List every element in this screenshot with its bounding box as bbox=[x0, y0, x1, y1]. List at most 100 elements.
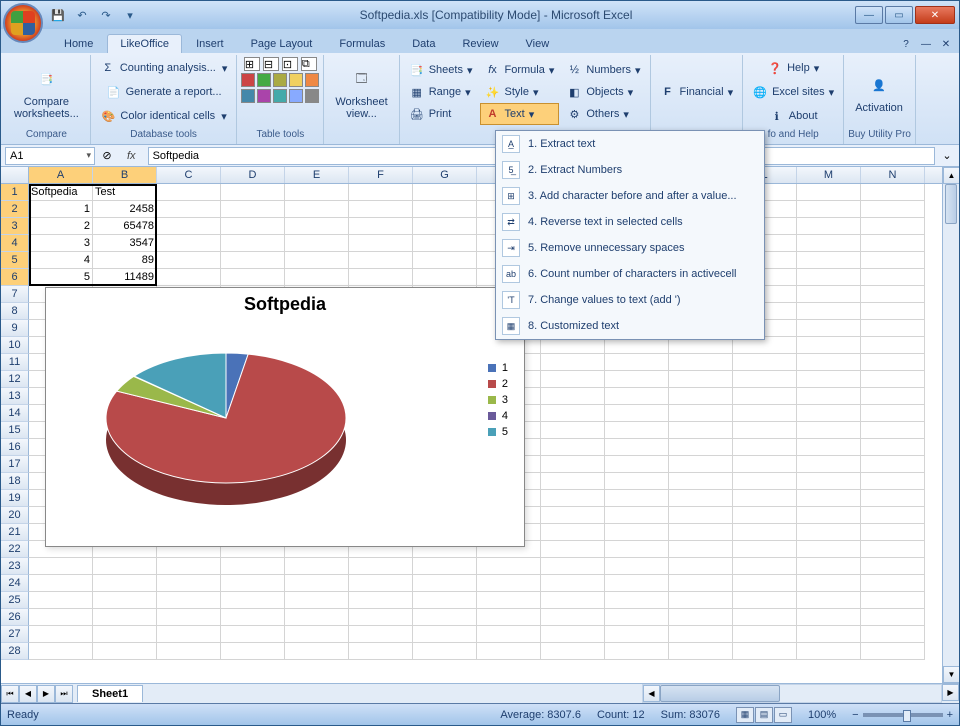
horizontal-scrollbar[interactable]: ◀ ▶ bbox=[143, 684, 959, 703]
palette-icon: 🎨 bbox=[100, 108, 116, 124]
sheet-nav-prev-icon[interactable]: ◀ bbox=[19, 685, 37, 703]
compare-worksheets-button[interactable]: 📑 Compare worksheets... bbox=[7, 61, 86, 123]
activation-icon: 👤 bbox=[863, 70, 895, 102]
menu-extract-numbers[interactable]: 5̲2. Extract Numbers bbox=[496, 157, 764, 183]
tab-review[interactable]: Review bbox=[449, 34, 511, 53]
tab-pagelayout[interactable]: Page Layout bbox=[238, 34, 326, 53]
tab-home[interactable]: Home bbox=[51, 34, 106, 53]
scroll-down-icon[interactable]: ▼ bbox=[943, 666, 959, 683]
sheet-nav-first-icon[interactable]: ⏮ bbox=[1, 685, 19, 703]
table-tool-1-icon[interactable]: ⊞ bbox=[244, 57, 260, 71]
color-identical-button[interactable]: 🎨Color identical cells▾ bbox=[95, 105, 231, 127]
status-ready: Ready bbox=[7, 709, 39, 721]
menu-values-to-text[interactable]: 'T7. Change values to text (add ') bbox=[496, 287, 764, 313]
ribbon-minimize-icon[interactable]: — bbox=[919, 39, 933, 53]
menu-count-chars[interactable]: ab6. Count number of characters in activ… bbox=[496, 261, 764, 287]
tab-view[interactable]: View bbox=[513, 34, 563, 53]
menu-extract-text[interactable]: A̲1. Extract text bbox=[496, 131, 764, 157]
text-button[interactable]: AText ▾ bbox=[480, 103, 560, 125]
qat-more-icon[interactable]: ▾ bbox=[121, 6, 139, 24]
hscroll-thumb[interactable] bbox=[660, 685, 780, 702]
qat-save-icon[interactable]: 💾 bbox=[49, 6, 67, 24]
scroll-left-icon[interactable]: ◀ bbox=[643, 685, 660, 702]
tab-insert[interactable]: Insert bbox=[183, 34, 237, 53]
scroll-right-icon[interactable]: ▶ bbox=[942, 684, 959, 701]
text-icon: A bbox=[485, 106, 501, 122]
worksheet-view-icon: 🗔 bbox=[346, 64, 378, 96]
view-normal-icon[interactable]: ▦ bbox=[736, 707, 754, 723]
numbers-button[interactable]: ½Numbers ▾ bbox=[561, 59, 645, 81]
column-headers[interactable]: A B C D E F G H I J K L M N bbox=[1, 167, 942, 184]
ribbon-help-icon[interactable]: ? bbox=[899, 39, 913, 53]
quote-icon: 'T bbox=[502, 291, 520, 309]
menu-reverse-text[interactable]: ⇄4. Reverse text in selected cells bbox=[496, 209, 764, 235]
tab-likeoffice[interactable]: LikeOffice bbox=[107, 34, 182, 53]
vertical-scrollbar[interactable]: ▲ ▼ bbox=[942, 167, 959, 683]
formula-button[interactable]: fxFormula ▾ bbox=[480, 59, 560, 81]
status-count: Count: 12 bbox=[597, 709, 645, 721]
generate-report-button[interactable]: 📄Generate a report... bbox=[101, 81, 227, 103]
zoom-percentage[interactable]: 100% bbox=[808, 709, 836, 721]
minimize-button[interactable]: — bbox=[855, 6, 883, 24]
sigma-icon: Σ bbox=[100, 60, 116, 76]
table-tool-4-icon[interactable]: ⧉ bbox=[301, 57, 317, 71]
worksheet-view-button[interactable]: 🗔 Worksheet view... bbox=[328, 61, 394, 123]
about-button[interactable]: ℹAbout bbox=[764, 105, 823, 127]
print-icon: 🖨 bbox=[409, 106, 425, 122]
table-tool-2-icon[interactable]: ⊟ bbox=[263, 57, 279, 71]
style-icon: ✨ bbox=[485, 84, 501, 100]
add-char-icon: ⊞ bbox=[502, 187, 520, 205]
select-all-corner[interactable] bbox=[1, 167, 29, 183]
excel-sites-button[interactable]: 🌐Excel sites ▾ bbox=[747, 81, 839, 103]
compare-icon: 📑 bbox=[30, 64, 62, 96]
menu-add-character[interactable]: ⊞3. Add character before and after a val… bbox=[496, 183, 764, 209]
extract-text-icon: A̲ bbox=[502, 135, 520, 153]
view-layout-icon[interactable]: ▤ bbox=[755, 707, 773, 723]
table-tool-3-icon[interactable]: ⊡ bbox=[282, 57, 298, 71]
tab-formulas[interactable]: Formulas bbox=[326, 34, 398, 53]
close-button[interactable]: ✕ bbox=[915, 6, 955, 24]
qat-undo-icon[interactable]: ↶ bbox=[73, 6, 91, 24]
vscroll-thumb[interactable] bbox=[945, 184, 957, 224]
fx-label[interactable]: fx bbox=[119, 150, 144, 162]
tab-data[interactable]: Data bbox=[399, 34, 448, 53]
office-button[interactable] bbox=[3, 3, 43, 43]
sheet-nav-next-icon[interactable]: ▶ bbox=[37, 685, 55, 703]
style-button[interactable]: ✨Style ▾ bbox=[480, 81, 560, 103]
window-title: Softpedia.xls [Compatibility Mode] - Mic… bbox=[139, 8, 853, 22]
objects-button[interactable]: ◧Objects ▾ bbox=[561, 81, 645, 103]
text-dropdown-menu: A̲1. Extract text 5̲2. Extract Numbers ⊞… bbox=[495, 130, 765, 340]
maximize-button[interactable]: ▭ bbox=[885, 6, 913, 24]
financial-button[interactable]: FFinancial ▾ bbox=[655, 81, 739, 103]
sheet-nav-last-icon[interactable]: ⏭ bbox=[55, 685, 73, 703]
embedded-chart[interactable]: Softpedia 12345 bbox=[45, 287, 525, 547]
zoom-in-button[interactable]: + bbox=[947, 709, 953, 721]
sheet-tab[interactable]: Sheet1 bbox=[77, 685, 143, 702]
sheets-button[interactable]: 📑Sheets ▾ bbox=[404, 59, 478, 81]
scroll-up-icon[interactable]: ▲ bbox=[943, 167, 959, 184]
sheets-icon: 📑 bbox=[409, 62, 425, 78]
print-button[interactable]: 🖨Print bbox=[404, 103, 478, 125]
activation-button[interactable]: 👤 Activation bbox=[848, 67, 910, 117]
others-icon: ⚙ bbox=[566, 106, 582, 122]
formula-expand-icon[interactable]: ⌄ bbox=[939, 149, 955, 162]
objects-icon: ◧ bbox=[566, 84, 582, 100]
chart-title: Softpedia bbox=[46, 288, 524, 321]
counting-analysis-button[interactable]: ΣCounting analysis...▾ bbox=[95, 57, 233, 79]
zoom-out-button[interactable]: − bbox=[852, 709, 858, 721]
zoom-slider[interactable] bbox=[863, 713, 943, 717]
name-box[interactable]: A1 bbox=[5, 147, 95, 165]
help-button[interactable]: ❓Help ▾ bbox=[762, 57, 824, 79]
range-button[interactable]: ▦Range ▾ bbox=[404, 81, 478, 103]
menu-customized-text[interactable]: ▦8. Customized text bbox=[496, 313, 764, 339]
about-icon: ℹ bbox=[769, 108, 785, 124]
view-pagebreak-icon[interactable]: ▭ bbox=[774, 707, 792, 723]
color-swatches[interactable] bbox=[241, 73, 319, 103]
others-button[interactable]: ⚙Others ▾ bbox=[561, 103, 645, 125]
fx-cancel-icon[interactable]: ⊘ bbox=[99, 149, 115, 162]
menu-remove-spaces[interactable]: ⇥5. Remove unnecessary spaces bbox=[496, 235, 764, 261]
numbers-icon: ½ bbox=[566, 62, 582, 78]
extract-numbers-icon: 5̲ bbox=[502, 161, 520, 179]
qat-redo-icon[interactable]: ↷ bbox=[97, 6, 115, 24]
ribbon-inner-close-icon[interactable]: ✕ bbox=[939, 39, 953, 53]
